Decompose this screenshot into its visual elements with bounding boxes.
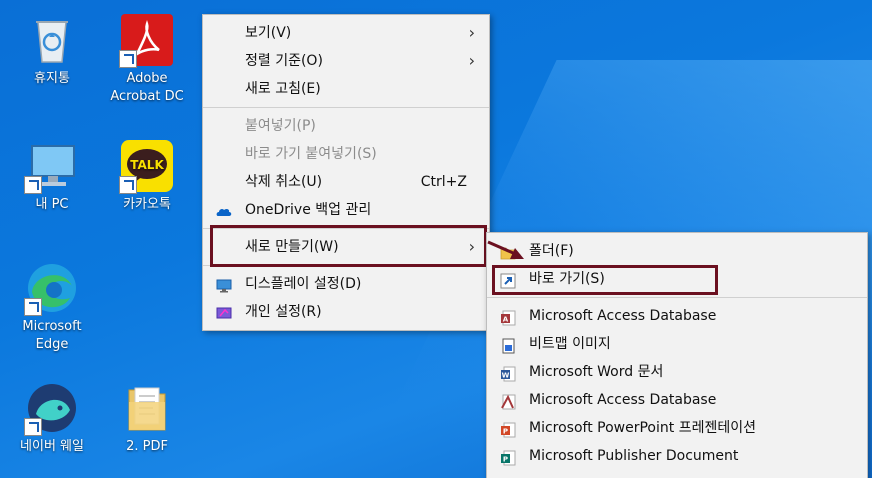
desktop[interactable]: 휴지통 Adobe Acrobat DC 내 PC TALK 카카오톡 Micr… — [0, 0, 872, 478]
menu-item-label: 바로 가기 붙여넣기(S) — [245, 146, 377, 162]
menu-item-label: 정렬 기준(O) — [245, 53, 323, 69]
menu-separator — [203, 107, 489, 108]
menu-item-view[interactable]: 보기(V) › — [203, 19, 489, 47]
menu-item-label: 새로 고침(E) — [245, 81, 321, 97]
submenu-item-word-document[interactable]: W Microsoft Word 문서 — [487, 358, 867, 386]
menu-item-display-settings[interactable]: 디스플레이 설정(D) — [203, 270, 489, 298]
menu-item-onedrive-backup[interactable]: OneDrive 백업 관리 — [203, 196, 489, 224]
menu-item-label: Microsoft Access Database — [529, 392, 717, 408]
whale-icon — [24, 380, 80, 436]
menu-item-undo-delete[interactable]: 삭제 취소(U) Ctrl+Z — [203, 168, 489, 196]
desktop-icon-label: 네이버 웨일 — [20, 439, 84, 454]
svg-text:P: P — [503, 428, 508, 436]
access-icon: A — [500, 308, 516, 326]
submenu-item-publisher[interactable]: P Microsoft Publisher Document — [487, 442, 867, 470]
menu-item-label: 붙여넣기(P) — [245, 118, 316, 134]
desktop-icon-label: 휴지통 — [34, 71, 70, 86]
adobe-acrobat-icon — [119, 12, 175, 68]
menu-item-label: OneDrive 백업 관리 — [245, 202, 372, 218]
chevron-right-icon: › — [468, 23, 475, 42]
submenu-item-access-database-2[interactable]: Microsoft Access Database — [487, 386, 867, 414]
computer-icon — [24, 138, 80, 194]
desktop-icon-recycle-bin[interactable]: 휴지통 — [13, 12, 91, 88]
kakaotalk-icon: TALK — [119, 138, 175, 194]
menu-item-label: 삭제 취소(U) — [245, 174, 323, 190]
desktop-icon-label: 내 PC — [35, 197, 69, 212]
svg-text:W: W — [502, 372, 510, 380]
desktop-icon-my-pc[interactable]: 내 PC — [13, 138, 91, 214]
menu-item-label: 폴더(F) — [529, 243, 574, 259]
publisher-icon: P — [500, 448, 516, 466]
submenu-item-bitmap[interactable]: 비트맵 이미지 — [487, 330, 867, 358]
desktop-icon-edge[interactable]: Microsoft Edge — [13, 260, 91, 354]
submenu-item-folder[interactable]: 폴더(F) — [487, 237, 867, 265]
desktop-icon-label: 2. PDF — [126, 439, 168, 454]
display-icon — [216, 276, 232, 293]
word-icon: W — [500, 364, 516, 382]
highlight-box-new — [210, 225, 487, 267]
desktop-icon-label: Microsoft Edge — [22, 319, 82, 352]
svg-text:A: A — [503, 316, 509, 324]
highlight-box-shortcut — [492, 265, 718, 295]
shortcut-overlay-icon — [24, 176, 42, 194]
menu-item-accelerator: Ctrl+Z — [420, 174, 467, 190]
desktop-icon-label: 카카오톡 — [123, 197, 171, 212]
recycle-bin-icon — [24, 12, 80, 68]
submenu-item-powerpoint[interactable]: P Microsoft PowerPoint 프레젠테이션 — [487, 414, 867, 442]
menu-item-label: Microsoft Access Database — [529, 308, 717, 324]
desktop-icon-pdf-folder[interactable]: 2. PDF — [108, 380, 186, 456]
menu-item-label: 개인 설정(R) — [245, 304, 322, 320]
menu-item-personalize[interactable]: 개인 설정(R) — [203, 298, 489, 326]
shortcut-overlay-icon — [119, 50, 137, 68]
menu-item-label: Microsoft Publisher Document — [529, 448, 739, 464]
desktop-context-menu: 보기(V) › 정렬 기준(O) › 새로 고침(E) 붙여넣기(P) 바로 가… — [202, 14, 490, 331]
personalize-icon — [216, 304, 232, 320]
menu-item-refresh[interactable]: 새로 고침(E) — [203, 75, 489, 103]
kakaotalk-icon-text: TALK — [130, 158, 164, 172]
menu-separator — [487, 297, 867, 298]
menu-item-paste-shortcut[interactable]: 바로 가기 붙여넣기(S) — [203, 140, 489, 168]
submenu-item-access-database[interactable]: A Microsoft Access Database — [487, 302, 867, 330]
shortcut-overlay-icon — [24, 298, 42, 316]
edge-icon — [24, 260, 80, 316]
menu-item-label: Microsoft Word 문서 — [529, 364, 664, 380]
folder-icon — [500, 243, 516, 260]
menu-item-paste[interactable]: 붙여넣기(P) — [203, 112, 489, 140]
onedrive-icon — [216, 202, 232, 218]
menu-item-label: 비트맵 이미지 — [529, 336, 611, 352]
menu-item-sort-by[interactable]: 정렬 기준(O) › — [203, 47, 489, 75]
shortcut-overlay-icon — [119, 176, 137, 194]
menu-item-label: 보기(V) — [245, 25, 292, 41]
menu-item-label: Microsoft PowerPoint 프레젠테이션 — [529, 420, 756, 436]
menu-item-label: 디스플레이 설정(D) — [245, 276, 362, 292]
desktop-icon-naver-whale[interactable]: 네이버 웨일 — [13, 380, 91, 456]
bitmap-icon — [500, 336, 516, 354]
desktop-icon-kakaotalk[interactable]: TALK 카카오톡 — [108, 138, 186, 214]
folder-icon — [119, 380, 175, 436]
chevron-right-icon: › — [468, 51, 475, 70]
access-icon — [500, 392, 516, 410]
desktop-icon-label: Adobe Acrobat DC — [110, 71, 184, 104]
powerpoint-icon: P — [500, 420, 516, 438]
desktop-icon-adobe-acrobat[interactable]: Adobe Acrobat DC — [108, 12, 186, 106]
svg-text:P: P — [503, 456, 508, 464]
shortcut-overlay-icon — [24, 418, 42, 436]
